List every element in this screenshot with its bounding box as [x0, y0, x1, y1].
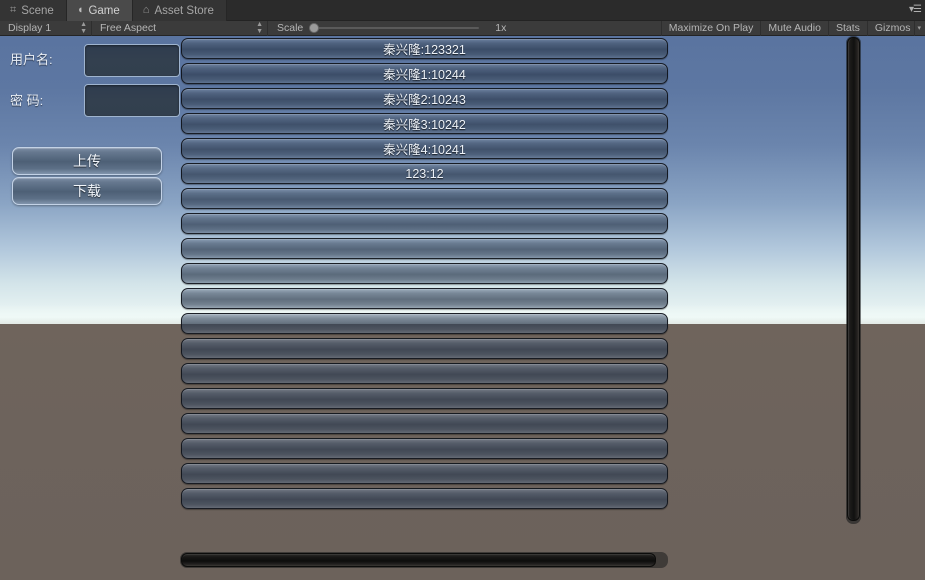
- password-input[interactable]: [84, 84, 180, 117]
- vertical-scrollbar[interactable]: [846, 36, 861, 524]
- display-dropdown-label: Display 1: [8, 22, 52, 34]
- scale-slider-knob[interactable]: [309, 23, 320, 33]
- username-label: 用户名:: [10, 52, 53, 67]
- record-row-label: 123:12: [405, 166, 444, 181]
- chevron-down-icon[interactable]: ▾: [914, 20, 925, 36]
- gizmos-button[interactable]: Gizmos: [866, 20, 915, 36]
- tabbar-filler: ▾☰: [226, 0, 925, 20]
- record-row[interactable]: 秦兴隆4:10241: [181, 138, 668, 159]
- record-row[interactable]: 秦兴隆:123321: [181, 38, 668, 59]
- password-label: 密 码:: [10, 93, 44, 108]
- record-row[interactable]: [181, 363, 668, 384]
- scale-label: Scale: [277, 22, 304, 34]
- record-row[interactable]: 123:12: [181, 163, 668, 184]
- login-form: 用户名: 密 码: 上传 下载: [0, 36, 180, 580]
- password-label-row: 密 码:: [10, 90, 43, 109]
- tab-asset-store-label: Asset Store: [154, 4, 214, 17]
- grid-icon: ⌗: [10, 4, 17, 16]
- record-row[interactable]: [181, 463, 668, 484]
- record-row-label: 秦兴隆3:10242: [383, 118, 466, 132]
- tab-scene-label: Scene: [21, 4, 54, 17]
- record-row[interactable]: 秦兴隆2:10243: [181, 88, 668, 109]
- record-row[interactable]: [181, 413, 668, 434]
- record-row[interactable]: [181, 338, 668, 359]
- record-row-label: 秦兴隆:123321: [383, 43, 466, 57]
- scale-control[interactable]: Scale 1x: [268, 22, 506, 34]
- record-row-label: 秦兴隆4:10241: [383, 143, 466, 157]
- record-row[interactable]: 秦兴隆3:10242: [181, 113, 668, 134]
- mute-audio-button[interactable]: Mute Audio: [760, 20, 828, 36]
- tab-scene[interactable]: ⌗ Scene: [0, 0, 67, 21]
- horizontal-scrollbar-thumb[interactable]: [181, 553, 656, 567]
- chevron-updown-icon: ▲ ▼: [80, 21, 87, 35]
- tab-game[interactable]: ◖ Game: [66, 0, 133, 21]
- record-row[interactable]: [181, 488, 668, 509]
- maximize-on-play-button[interactable]: Maximize On Play: [660, 20, 761, 36]
- scale-value: 1x: [495, 22, 507, 34]
- stats-button[interactable]: Stats: [827, 20, 867, 36]
- unity-editor-window: ⌗ Scene ◖ Game ⌂ Asset Store ▾☰ Display …: [0, 0, 925, 580]
- download-button-label: 下载: [73, 183, 101, 199]
- record-row[interactable]: [181, 188, 668, 209]
- panel-menu-icon[interactable]: ▾☰: [909, 4, 922, 15]
- record-row[interactable]: [181, 313, 668, 334]
- record-row-label: 秦兴隆2:10243: [383, 93, 466, 107]
- username-label-row: 用户名:: [10, 49, 53, 68]
- scale-slider[interactable]: [309, 23, 480, 34]
- chevron-updown-icon: ▲ ▼: [256, 21, 263, 35]
- record-row[interactable]: [181, 213, 668, 234]
- gamepad-icon: ◖: [76, 4, 84, 16]
- tab-asset-store[interactable]: ⌂ Asset Store: [132, 0, 227, 21]
- record-row-label: 秦兴隆1:10244: [383, 68, 466, 82]
- record-row[interactable]: [181, 238, 668, 259]
- username-input[interactable]: [84, 44, 180, 77]
- vertical-scrollbar-thumb[interactable]: [847, 37, 860, 521]
- record-row[interactable]: [181, 438, 668, 459]
- game-view-canvas: 用户名: 密 码: 上传 下载 秦兴隆:123321 秦兴隆1:10244 秦兴隆2…: [0, 36, 925, 580]
- record-row[interactable]: 秦兴隆1:10244: [181, 63, 668, 84]
- game-view-toolbar: Display 1 ▲ ▼ Free Aspect ▲ ▼ Scale 1x Max…: [0, 20, 925, 36]
- aspect-dropdown-label: Free Aspect: [100, 22, 157, 34]
- record-row[interactable]: [181, 388, 668, 409]
- store-icon: ⌂: [142, 4, 150, 16]
- download-button[interactable]: 下载: [12, 177, 162, 205]
- editor-tabbar: ⌗ Scene ◖ Game ⌂ Asset Store ▾☰: [0, 0, 925, 21]
- upload-button-label: 上传: [73, 153, 101, 169]
- horizontal-scrollbar[interactable]: [180, 552, 668, 568]
- aspect-dropdown[interactable]: Free Aspect ▲ ▼: [92, 20, 268, 36]
- record-row[interactable]: [181, 263, 668, 284]
- record-scroll-panel: 秦兴隆:123321 秦兴隆1:10244 秦兴隆2:10243 秦兴隆3:10242…: [178, 36, 861, 542]
- scale-slider-track: [309, 27, 480, 29]
- upload-button[interactable]: 上传: [12, 147, 162, 175]
- display-dropdown[interactable]: Display 1 ▲ ▼: [0, 20, 92, 36]
- tab-game-label: Game: [88, 4, 120, 17]
- record-row[interactable]: [181, 288, 668, 309]
